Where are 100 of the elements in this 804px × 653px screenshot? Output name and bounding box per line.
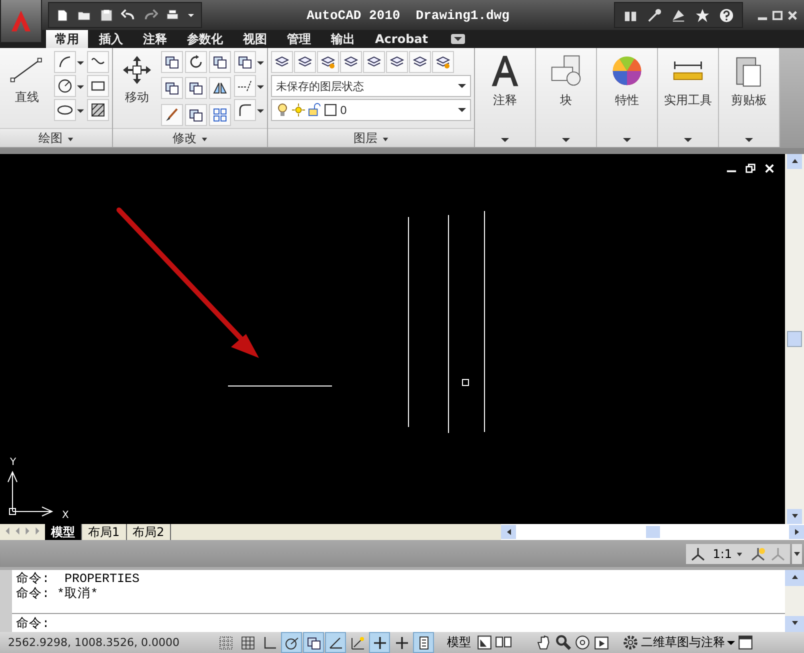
scroll-left-icon[interactable] [504, 528, 513, 536]
angle-icon [328, 634, 344, 650]
new-file-icon[interactable] [55, 8, 70, 22]
layer-tool-button[interactable] [432, 51, 454, 73]
layer-tool-button[interactable] [409, 51, 431, 73]
tool-button[interactable] [185, 51, 207, 73]
line-button[interactable]: 直线 [3, 51, 51, 128]
caret-icon[interactable] [736, 551, 743, 558]
tool-button[interactable] [234, 75, 256, 97]
scroll-down-icon[interactable] [790, 619, 798, 627]
scroll-right-icon[interactable] [792, 528, 800, 536]
scroll-up-icon[interactable] [790, 573, 798, 582]
layer-tool-button[interactable] [340, 51, 362, 73]
drawing-canvas[interactable]: Y X [0, 154, 785, 524]
scroll-up-icon[interactable] [790, 157, 798, 166]
ribbon-options-icon[interactable] [451, 34, 465, 44]
panel-title[interactable]: 绘图 [0, 128, 112, 148]
layer-tool-button[interactable] [294, 51, 316, 73]
layer-dropdown[interactable]: 0 [271, 99, 471, 121]
drafting-toggle-button[interactable] [325, 632, 346, 653]
palette-panel-button[interactable]: 特性 [597, 48, 658, 148]
dropdown-arrow-icon[interactable] [77, 82, 84, 90]
dropdown-arrow-icon[interactable] [77, 58, 84, 66]
layer-tool-button[interactable] [363, 51, 385, 73]
scroll-thumb[interactable] [646, 526, 660, 538]
ribbon-tab[interactable]: 插入 [90, 30, 132, 48]
drafting-toggle-button[interactable] [303, 632, 324, 653]
tool-button[interactable] [209, 77, 231, 100]
horizontal-scrollbar[interactable] [501, 524, 804, 540]
arc-tool-button[interactable] [54, 51, 76, 73]
tool-button[interactable] [87, 51, 109, 73]
restore-icon[interactable] [745, 163, 756, 174]
window-icon[interactable] [737, 634, 754, 651]
annotation-scale-icon [690, 546, 706, 562]
tool-button[interactable] [185, 104, 207, 126]
move-button[interactable]: 移动 [116, 51, 158, 128]
tool-button[interactable] [185, 77, 207, 100]
vertical-scrollbar[interactable] [785, 154, 804, 524]
workspace-switcher[interactable]: 二维草图与注释 [622, 634, 735, 651]
save-icon[interactable] [99, 8, 114, 22]
array-icon [212, 106, 228, 123]
ribbon-tab[interactable]: 输出 [322, 30, 364, 48]
close-icon[interactable] [787, 10, 798, 20]
annotation-visibility-icon[interactable] [750, 546, 766, 562]
tool-button[interactable] [234, 51, 256, 73]
tool-button[interactable] [209, 104, 231, 126]
ribbon-tab[interactable]: 常用 [46, 30, 88, 48]
tool-button[interactable] [161, 51, 183, 73]
ribbon-tab[interactable]: 管理 [278, 30, 320, 48]
drafting-toggle-button[interactable] [369, 632, 390, 653]
arc-icon [57, 54, 73, 70]
dropdown-arrow-icon[interactable] [77, 106, 84, 114]
dropdown-arrow-icon[interactable] [257, 106, 264, 114]
circle-tool-button[interactable] [54, 75, 76, 97]
caret-icon[interactable] [66, 136, 74, 143]
search-icon[interactable] [555, 634, 572, 651]
panel-title[interactable]: 修改 [113, 128, 267, 148]
layer-tool-button[interactable] [317, 51, 339, 73]
dropdown-arrow-icon[interactable] [257, 82, 264, 90]
tool-button[interactable] [87, 99, 109, 121]
tool-button[interactable] [209, 51, 231, 73]
gear-icon [622, 634, 639, 651]
ellipse-tool-button[interactable] [54, 99, 76, 121]
dropdown-arrow-icon[interactable] [257, 58, 264, 66]
block-panel-button[interactable]: 块 [536, 48, 597, 148]
ribbon-tab[interactable]: Acrobat [366, 30, 437, 48]
play-icon[interactable] [593, 634, 610, 651]
ribbon-tab[interactable]: 参数化 [178, 30, 232, 48]
tool-button[interactable] [87, 75, 109, 97]
layer-tool-button[interactable] [386, 51, 408, 73]
drafting-toggle-button[interactable] [413, 632, 434, 653]
dropdown-arrow-icon[interactable] [187, 11, 195, 19]
application-menu-button[interactable] [0, 0, 42, 43]
tool-button[interactable] [234, 99, 256, 121]
y-axis-label: Y [10, 457, 16, 468]
maximize-icon[interactable] [772, 10, 783, 20]
caret-icon[interactable] [382, 136, 388, 143]
grip-handle[interactable] [0, 570, 12, 632]
layer-tool-button[interactable] [271, 51, 293, 73]
model-space-button[interactable]: 模型 [444, 634, 474, 651]
text-panel-button[interactable]: 注释 [475, 48, 536, 148]
steering-wheel-icon[interactable] [574, 634, 591, 651]
tool-button[interactable] [161, 77, 183, 100]
layer-state-dropdown[interactable]: 未保存的图层状态 [271, 75, 471, 97]
star-icon[interactable] [695, 8, 710, 22]
layout-tab[interactable]: 模型 [45, 524, 82, 540]
key-icon[interactable] [647, 8, 662, 22]
scroll-down-icon[interactable] [790, 512, 798, 520]
redo-icon[interactable] [143, 8, 158, 22]
help-icon[interactable] [719, 8, 734, 22]
panel-title[interactable]: 图层 [268, 128, 474, 148]
printer-icon[interactable] [165, 8, 180, 22]
ribbon-tab[interactable]: 视图 [234, 30, 276, 48]
scroll-thumb[interactable] [787, 331, 802, 348]
drafting-toggle-button[interactable] [281, 632, 302, 653]
ruler-panel-button[interactable]: 实用工具 [658, 48, 719, 148]
ribbon-tab[interactable]: 注释 [134, 30, 176, 48]
undo-icon[interactable] [121, 8, 136, 22]
caret-icon[interactable] [200, 136, 208, 143]
layout-view-icon[interactable] [476, 634, 493, 651]
